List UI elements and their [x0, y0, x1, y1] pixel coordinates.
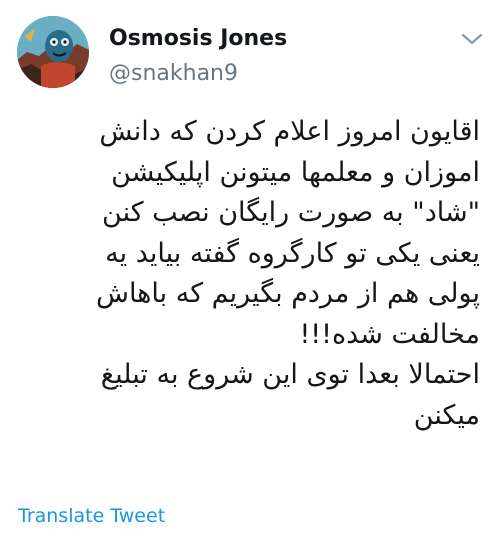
tweet-text-line: اقایون امروز اعلام کردن که دانش [99, 116, 480, 147]
tweet-text-line: مخالفت شده!!! [299, 318, 480, 350]
tweet-menu-button[interactable] [460, 30, 484, 48]
translate-tweet-link[interactable]: Translate Tweet [18, 504, 165, 528]
user-handle[interactable]: @snakhan9 [109, 60, 238, 88]
display-name[interactable]: Osmosis Jones [109, 25, 287, 53]
tweet-text-line: احتمالا بعدا توی این شروع به تبلیغ [100, 359, 480, 390]
avatar[interactable] [17, 16, 89, 88]
tweet-text-line: یعنی یکی تو کارگروه گفته بیاید یه [105, 237, 480, 269]
tweet-text-line: اموزان و معلمها میتونن اپلیکیشن [111, 156, 480, 188]
avatar-image [17, 16, 89, 88]
chevron-down-icon [461, 33, 483, 45]
tweet-text-line: میکنن [413, 399, 480, 431]
tweet-text-line: پولی هم از مردم بگیریم که باهاش [96, 278, 480, 309]
tweet-card: Osmosis Jones @snakhan9 اقایون امروز اعل… [0, 0, 500, 540]
tweet-text-line: "شاد" به صورت رایگان نصب کنن [102, 197, 480, 228]
tweet-text: اقایون امروز اعلام کردن که دانش اموزان و… [18, 112, 480, 436]
